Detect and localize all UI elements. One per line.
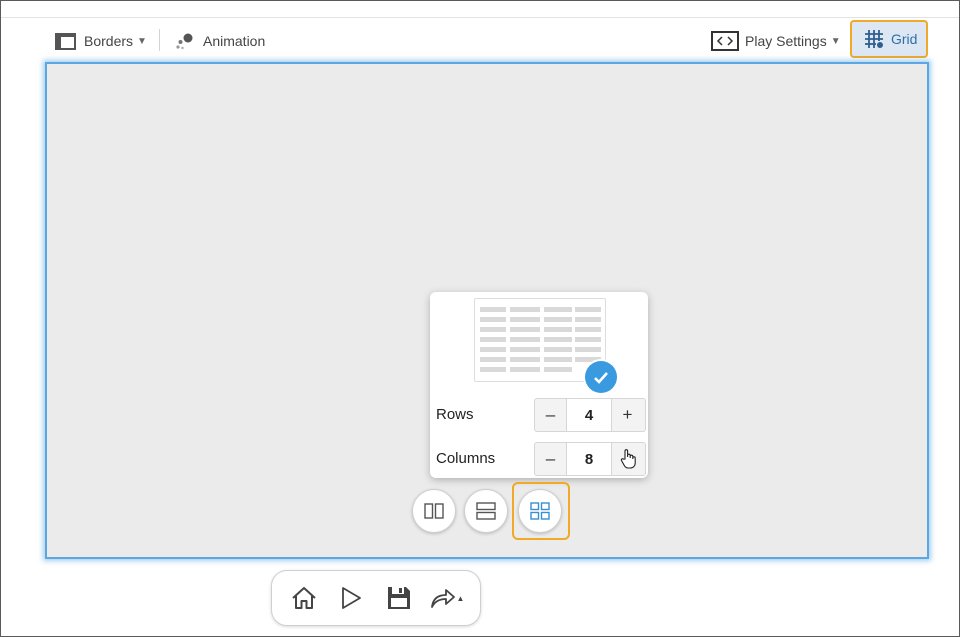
- borders-dropdown-icon: ▼: [137, 35, 147, 47]
- columns-increment-button[interactable]: [612, 443, 643, 475]
- grid-label: Grid: [891, 31, 918, 47]
- share-dropdown-icon: ▲: [456, 593, 465, 603]
- play-settings-label: Play Settings: [745, 33, 827, 49]
- save-button[interactable]: [383, 583, 415, 613]
- home-icon: [292, 587, 316, 609]
- save-icon: [388, 587, 410, 609]
- animation-icon: [175, 32, 194, 51]
- columns-stepper: – 8: [534, 442, 646, 476]
- grid-icon: [864, 29, 884, 49]
- animation-button[interactable]: Animation: [175, 28, 265, 54]
- hand-cursor-icon: [620, 449, 636, 469]
- toolbar-separator: [159, 29, 160, 51]
- play-settings-dropdown-icon: ▼: [830, 35, 841, 47]
- grid-button[interactable]: Grid: [850, 20, 928, 58]
- split-horizontal-layout-button[interactable]: [464, 489, 508, 533]
- animation-label: Animation: [203, 33, 266, 49]
- grid-layout-button[interactable]: [518, 489, 562, 533]
- share-icon: [430, 589, 455, 608]
- top-divider: [1, 17, 959, 18]
- home-button[interactable]: [288, 583, 320, 613]
- checkmark-icon: [585, 361, 617, 393]
- grid-settings-popup: Rows – 4 + Columns – 8: [430, 292, 648, 478]
- code-embed-icon: [711, 31, 739, 51]
- rows-decrement-button[interactable]: –: [535, 399, 566, 431]
- play-icon: [342, 587, 361, 609]
- rows-value[interactable]: 4: [566, 399, 612, 431]
- borders-icon: [55, 32, 76, 50]
- borders-label: Borders: [84, 33, 134, 49]
- rows-label: Rows: [436, 406, 474, 423]
- bottom-toolbar: ▲: [271, 570, 481, 626]
- rows-stepper: – 4 +: [534, 398, 646, 432]
- play-button[interactable]: [335, 583, 367, 613]
- grid-2x2-icon: [530, 502, 550, 520]
- columns-label: Columns: [436, 450, 496, 467]
- play-settings-button[interactable]: Play Settings ▼: [711, 28, 841, 54]
- split-horizontal-icon: [476, 502, 496, 520]
- split-vertical-layout-button[interactable]: [412, 489, 456, 533]
- split-vertical-icon: [424, 503, 444, 519]
- rows-increment-button[interactable]: +: [612, 399, 643, 431]
- share-button[interactable]: ▲: [426, 583, 468, 613]
- columns-decrement-button[interactable]: –: [535, 443, 566, 475]
- borders-button[interactable]: Borders ▼: [55, 28, 147, 54]
- columns-value[interactable]: 8: [566, 443, 612, 475]
